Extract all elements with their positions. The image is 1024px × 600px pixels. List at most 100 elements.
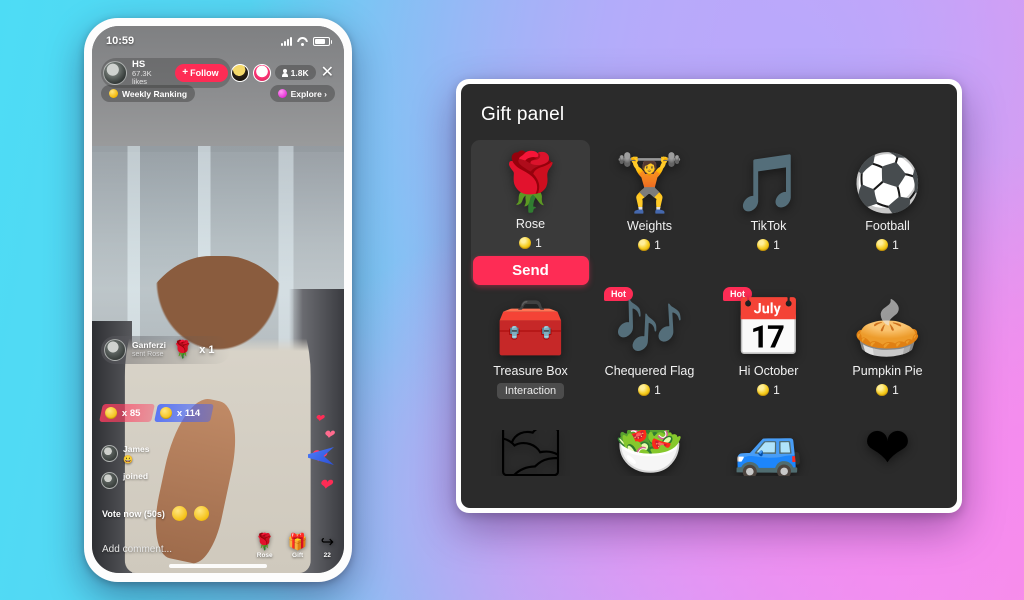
chat-body: James 😀 [123,444,150,464]
gift-icon: ⚽ [852,151,923,214]
gift-price: 1 [638,383,661,397]
weekly-ranking-label: Weekly Ranking [122,88,188,99]
rose-icon: 🌹 [172,340,194,359]
gift-multiplier: x 1 [199,344,215,356]
battery-icon [313,36,332,46]
gift-name: Pumpkin Pie [852,364,923,378]
gift-icon: 🎵 [733,151,804,214]
phone-mockup: 10:59 HS 67.3K likes + Follow 1.8K ✕ Wee… [84,18,352,582]
gift-button[interactable]: 🎁 Gift [288,535,308,560]
chat-avatar [101,472,118,489]
heart-icon: ❤ [314,413,324,425]
status-icons [281,36,332,46]
status-bar: 10:59 [92,26,344,56]
weekly-ranking-badge[interactable]: Weekly Ranking [101,85,196,102]
gift-cost: 1 [654,383,661,397]
vote-emoji-2-icon[interactable] [193,506,209,521]
host-card[interactable]: HS 67.3K likes + Follow [101,58,231,88]
coin-icon [876,239,889,251]
gift-panel: Gift panel 🌹 Rose 1 Send 🏋 Weights 1 🎵 TikTok 1 ⚽ F… [461,84,957,508]
chat-body: joined [123,471,148,482]
gift-sender-action: sent Rose [132,350,164,358]
gift-icon: 🌫 [494,430,567,476]
rose-button[interactable]: 🌹 Rose [255,535,275,560]
gift-cost: 1 [892,238,899,252]
gift-name: Rose [515,216,546,231]
vote-now-label: Vote now (50s) [102,508,165,519]
follow-button[interactable]: + Follow [175,63,228,82]
explore-badge[interactable]: Explore › [269,85,335,102]
vote-now-row[interactable]: Vote now (50s) [102,506,209,521]
follow-label: Follow [190,67,219,78]
top-right-controls: 1.8K ✕ [230,63,335,82]
coin-icon [757,239,770,251]
gift-item[interactable]: Hot 🎶 Chequered Flag 1 [590,285,709,430]
gift-name: Football [865,219,910,233]
plus-icon: + [182,66,189,78]
vote-emoji-1-icon[interactable] [171,506,187,521]
emoji-icon [105,407,117,419]
host-info: HS 67.3K likes [132,59,167,86]
trophy-icon [109,89,118,98]
floating-hearts: ❤ ❤ ❤ ❤ [296,405,336,495]
chat-username: James [123,444,150,455]
gift-item[interactable]: 🥧 Pumpkin Pie 1 [828,285,947,430]
share-button[interactable]: ↪ 22 [320,534,334,560]
gift-item[interactable]: 🧰 Treasure Box Interaction [471,285,590,430]
gift-sender-info: Ganferzi sent Rose [132,341,166,358]
gift-item[interactable]: 🌹 Rose 1 Send [471,140,590,285]
gift-item[interactable]: ❤ [828,430,947,476]
gift-sender-name: Ganferzi [132,340,167,351]
gift-item[interactable]: ⚽ Football 1 [828,140,947,285]
viewer-avatar-2[interactable] [252,63,271,82]
coin-icon [638,239,651,251]
chat-item: James 😀 [101,444,237,464]
gift-icon: ❤ [864,430,911,476]
coin-icon [757,384,770,396]
chat-item: joined [101,471,237,489]
phone-screen: 10:59 HS 67.3K likes + Follow 1.8K ✕ Wee… [92,26,344,573]
gift-price: 1 [876,383,899,397]
coin-icon [638,384,651,396]
gift-icon: 🏋 [614,151,685,214]
gift-item[interactable]: 🚙 [709,430,828,476]
home-indicator [169,564,267,568]
gift-item[interactable]: 🥗 [590,430,709,476]
gift-panel-frame: Gift panel 🌹 Rose 1 Send 🏋 Weights 1 🎵 TikTok 1 ⚽ F… [456,79,962,513]
viewer-avatar-1[interactable] [230,63,249,82]
gift-cost: 1 [892,383,899,397]
send-button[interactable]: Send [472,255,589,285]
share-icon: ↪ [320,534,334,551]
gift-icon: 🚙 [733,430,804,476]
gift-panel-title: Gift panel [481,104,565,125]
chat-message: 😀 [123,454,133,464]
interaction-badge: Interaction [496,383,565,399]
close-icon[interactable]: ✕ [320,64,335,81]
explore-label: Explore › [290,88,327,99]
chat-avatar [101,445,118,463]
vote-bar-blue[interactable]: x 114 [153,404,214,422]
vote-bar-red[interactable]: x 85 [99,404,155,422]
gift-item[interactable]: 🌫 [471,430,590,476]
emoji-icon [159,407,172,419]
gift-icon: 🥧 [852,296,923,359]
gift-grid: 🌹 Rose 1 Send 🏋 Weights 1 🎵 TikTok 1 ⚽ Football 1 🧰 Tr… [461,126,957,508]
wifi-icon [297,37,308,46]
gift-label: Gift [292,552,304,559]
gift-cost: 1 [773,383,780,397]
coin-icon [519,236,532,249]
viewer-count-badge[interactable]: 1.8K [274,65,316,81]
gift-name: Treasure Box [493,364,568,378]
gift-name: Weights [627,219,672,233]
add-comment-input[interactable]: Add comment... [102,544,255,555]
chat-list[interactable]: James 😀 joined [101,444,237,497]
gift-name: Chequered Flag [604,364,695,378]
gift-item[interactable]: Hot 📅 Hi October 1 [709,285,828,430]
explore-icon [277,89,287,98]
gift-icon: 📅 [733,296,804,359]
gift-cost: 1 [654,238,661,252]
gift-item[interactable]: 🏋 Weights 1 [590,140,709,285]
gift-item[interactable]: 🎵 TikTok 1 [709,140,828,285]
viewer-count: 1.8K [290,67,309,78]
host-avatar [103,60,127,85]
